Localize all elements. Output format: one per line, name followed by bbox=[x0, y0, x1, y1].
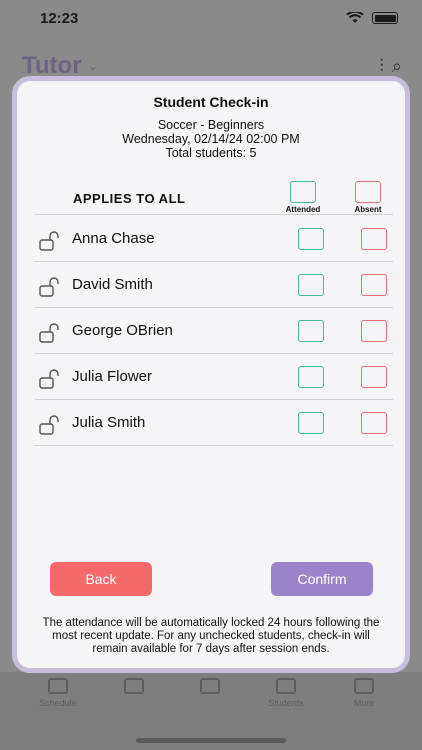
total-students: Total students: 5 bbox=[165, 146, 257, 160]
chevron-down-icon: ⌄ bbox=[87, 58, 99, 73]
absent-all-checkbox[interactable] bbox=[355, 181, 381, 203]
tab-board bbox=[180, 678, 240, 698]
status-icons bbox=[346, 12, 398, 24]
confirm-button[interactable]: Confirm bbox=[271, 562, 373, 596]
student-name: Anna Chase bbox=[72, 230, 155, 247]
attended-all-checkbox[interactable] bbox=[290, 181, 316, 203]
board-icon bbox=[200, 678, 220, 694]
attended-checkbox[interactable] bbox=[298, 366, 324, 388]
tab-label: More bbox=[353, 698, 375, 708]
absent-checkbox[interactable] bbox=[361, 228, 387, 250]
header-tools: ⫶ ⌕ bbox=[379, 56, 402, 77]
tab-label: Schedule bbox=[39, 698, 77, 708]
absent-label: Absent bbox=[354, 205, 382, 214]
home-indicator bbox=[136, 738, 286, 743]
check-in-modal: Student Check-in Soccer - Beginners Wedn… bbox=[12, 76, 410, 673]
student-row: Julia Flower bbox=[35, 354, 393, 400]
absent-all-column: Absent bbox=[338, 181, 398, 214]
tab-chat bbox=[104, 678, 164, 698]
student-name: George OBrien bbox=[72, 322, 173, 339]
modal-title: Student Check-in bbox=[153, 94, 269, 110]
student-row: George OBrien bbox=[35, 308, 393, 354]
attendance-lock-note: The attendance will be automatically loc… bbox=[42, 617, 380, 655]
student-row: David Smith bbox=[35, 262, 393, 308]
calendar-icon bbox=[48, 678, 68, 694]
attended-checkbox[interactable] bbox=[298, 412, 324, 434]
session-datetime: Wednesday, 02/14/24 02:00 PM bbox=[122, 132, 300, 146]
absent-checkbox[interactable] bbox=[361, 412, 387, 434]
absent-checkbox[interactable] bbox=[361, 320, 387, 342]
student-name: Julia Flower bbox=[72, 368, 153, 385]
battery-icon bbox=[372, 12, 398, 24]
applies-to-all-row: APPLIES TO ALL Attended Absent bbox=[35, 181, 393, 215]
applies-to-all-label: APPLIES TO ALL bbox=[73, 191, 186, 206]
status-time: 12:23 bbox=[40, 10, 79, 27]
more-icon bbox=[354, 678, 374, 694]
attended-label: Attended bbox=[285, 205, 321, 214]
student-row: Julia Smith bbox=[35, 400, 393, 446]
status-bar: 12:23 bbox=[0, 0, 422, 44]
filter-icon: ⫶ bbox=[379, 56, 384, 76]
absent-checkbox[interactable] bbox=[361, 274, 387, 296]
attended-checkbox[interactable] bbox=[298, 228, 324, 250]
unlock-icon bbox=[39, 369, 59, 389]
tab-more: More bbox=[334, 678, 394, 708]
flag-icon bbox=[276, 678, 296, 694]
attended-all-column: Attended bbox=[273, 181, 333, 214]
student-row: Anna Chase bbox=[35, 216, 393, 262]
student-name: David Smith bbox=[72, 276, 153, 293]
unlock-icon bbox=[39, 277, 59, 297]
wifi-icon bbox=[346, 12, 364, 23]
class-name: Soccer - Beginners bbox=[157, 118, 265, 132]
unlock-icon bbox=[39, 323, 59, 343]
unlock-icon bbox=[39, 415, 59, 435]
tab-label: Students bbox=[268, 698, 304, 708]
search-icon: ⌕ bbox=[391, 56, 402, 76]
tab-students: Students bbox=[256, 678, 316, 708]
absent-checkbox[interactable] bbox=[361, 366, 387, 388]
tab-schedule: Schedule bbox=[28, 678, 88, 708]
attended-checkbox[interactable] bbox=[298, 274, 324, 296]
student-name: Julia Smith bbox=[72, 414, 146, 431]
back-button[interactable]: Back bbox=[50, 562, 152, 596]
attended-checkbox[interactable] bbox=[298, 320, 324, 342]
unlock-icon bbox=[39, 231, 59, 251]
chat-icon bbox=[124, 678, 144, 694]
